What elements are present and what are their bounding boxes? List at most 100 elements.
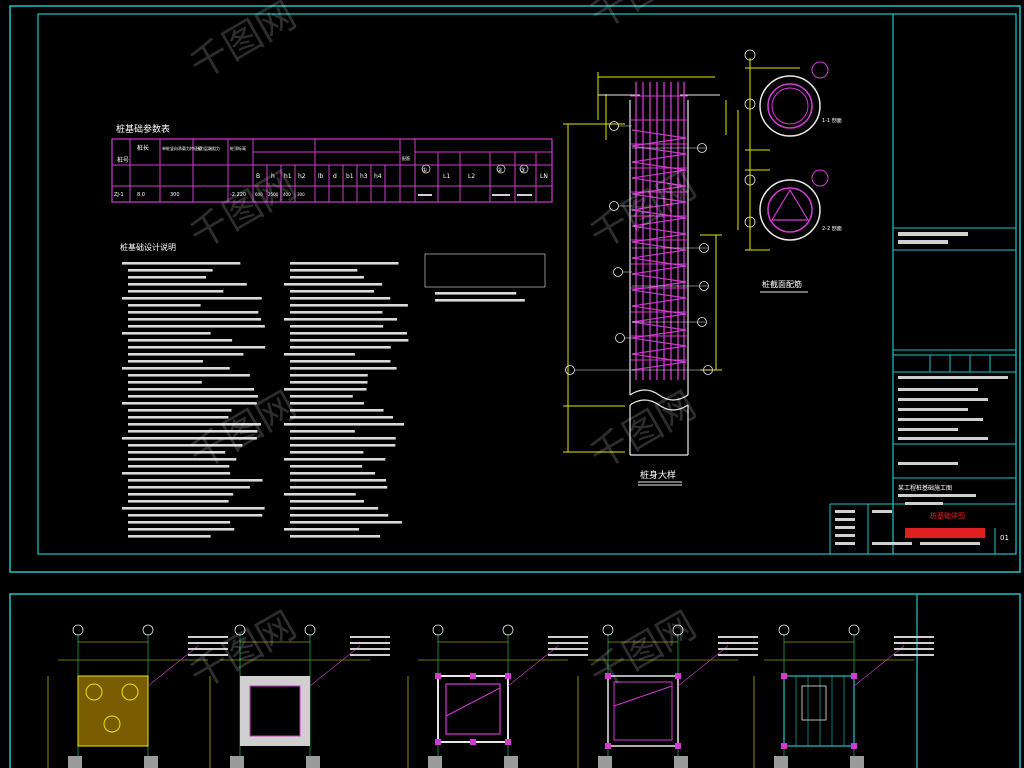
note-line bbox=[290, 437, 396, 440]
note-line bbox=[284, 283, 383, 286]
table-cell-length: 8.0 bbox=[137, 192, 145, 198]
note-line bbox=[128, 416, 229, 419]
note-line bbox=[435, 299, 525, 302]
note-line bbox=[128, 535, 211, 538]
note-line bbox=[290, 367, 397, 370]
note-line bbox=[128, 311, 259, 314]
note-line bbox=[128, 374, 250, 377]
note-line bbox=[290, 325, 384, 328]
cad-drawing-canvas: 某工程桩基础施工图 桩基础详图 01 桩基础参数表 桩号 桩长 单桩竖向承载力特… bbox=[0, 0, 1024, 768]
note-line bbox=[128, 381, 202, 384]
note-line bbox=[290, 304, 408, 307]
note-line bbox=[284, 388, 367, 391]
note-line bbox=[128, 493, 234, 496]
note-line bbox=[122, 402, 257, 405]
title-block-sheet-no: 01 bbox=[1000, 534, 1009, 542]
note-line bbox=[290, 465, 363, 468]
note-line bbox=[290, 360, 391, 363]
table-header-L1: L1 bbox=[443, 173, 450, 180]
note-line bbox=[128, 479, 263, 482]
note-line bbox=[128, 339, 233, 342]
note-line bbox=[284, 493, 356, 496]
section-caption: 桩截面配筋 bbox=[762, 279, 802, 289]
note-line bbox=[290, 339, 409, 342]
note-line bbox=[290, 269, 358, 272]
table-header-top-elev: 桩顶标高 bbox=[230, 145, 246, 151]
note-line bbox=[122, 472, 231, 475]
table-header-rebar: 配筋 bbox=[402, 155, 410, 161]
table-header-L2: L2 bbox=[468, 173, 475, 180]
note-line bbox=[290, 346, 391, 349]
note-line bbox=[290, 262, 399, 265]
note-line bbox=[128, 290, 224, 293]
note-line bbox=[290, 297, 391, 300]
note-line bbox=[290, 521, 402, 524]
note-line bbox=[128, 304, 201, 307]
note-line bbox=[290, 374, 368, 377]
note-line bbox=[290, 486, 388, 489]
table-cell-capacity: 300 bbox=[170, 192, 180, 198]
title-block-project: 某工程桩基础施工图 bbox=[898, 484, 952, 492]
section-label-1: 1-1 剖面 bbox=[822, 117, 842, 124]
table-header-h4: h4 bbox=[374, 173, 382, 180]
table-header-b1: b1 bbox=[346, 173, 354, 180]
note-line bbox=[435, 292, 517, 295]
note-line bbox=[128, 395, 258, 398]
note-line bbox=[290, 479, 387, 482]
note-line bbox=[290, 416, 394, 419]
note-line bbox=[128, 353, 244, 356]
note-line bbox=[122, 297, 262, 300]
table-header-lb: lb bbox=[318, 173, 324, 180]
note-line bbox=[290, 514, 389, 517]
table-header-h3: h3 bbox=[360, 173, 368, 180]
title-block-drawing-title: 桩基础详图 bbox=[930, 511, 965, 520]
note-line bbox=[128, 528, 235, 531]
table-header-d: d bbox=[333, 173, 337, 180]
note-line bbox=[128, 269, 213, 272]
note-line bbox=[128, 514, 263, 517]
note-line bbox=[290, 332, 407, 335]
table-header-pile-no: 桩号 bbox=[117, 156, 129, 164]
note-line bbox=[128, 409, 232, 412]
table-header-LN: LN bbox=[540, 173, 548, 180]
note-line bbox=[290, 444, 396, 447]
note-line bbox=[290, 409, 384, 412]
note-line bbox=[290, 395, 353, 398]
note-line bbox=[290, 472, 376, 475]
table-header-h2: h2 bbox=[298, 173, 306, 180]
note-line bbox=[290, 507, 379, 510]
note-line bbox=[128, 521, 231, 524]
pile-column-caption: 桩身大样 bbox=[640, 469, 676, 481]
note-line bbox=[290, 430, 355, 433]
notes-title: 桩基础设计说明 bbox=[120, 242, 176, 252]
note-line bbox=[128, 360, 203, 363]
section-label-2: 2-2 剖面 bbox=[822, 225, 842, 232]
table-header-end-resist: 持力层端阻力 bbox=[196, 145, 220, 151]
note-line bbox=[290, 402, 364, 405]
table-title: 桩基础参数表 bbox=[116, 123, 170, 135]
note-line bbox=[290, 535, 381, 538]
note-line bbox=[290, 500, 364, 503]
title-block-stamp bbox=[905, 528, 985, 538]
note-line bbox=[122, 262, 241, 265]
note-line bbox=[128, 283, 247, 286]
note-line bbox=[290, 451, 364, 454]
table-cell-pile-no: ZJ-1 bbox=[114, 192, 124, 198]
note-line bbox=[284, 318, 397, 321]
note-line bbox=[122, 332, 211, 335]
note-line bbox=[290, 276, 364, 279]
note-line bbox=[284, 353, 355, 356]
note-line bbox=[128, 276, 207, 279]
table-header-length: 桩长 bbox=[137, 144, 149, 152]
note-line bbox=[284, 458, 386, 461]
note-line bbox=[284, 423, 405, 426]
note-line bbox=[122, 367, 230, 370]
note-line bbox=[128, 486, 250, 489]
note-line bbox=[290, 381, 368, 384]
note-line bbox=[128, 388, 255, 391]
note-line bbox=[128, 500, 229, 503]
note-line bbox=[290, 311, 383, 314]
note-line bbox=[122, 507, 265, 510]
note-line bbox=[128, 325, 265, 328]
note-line bbox=[290, 290, 375, 293]
